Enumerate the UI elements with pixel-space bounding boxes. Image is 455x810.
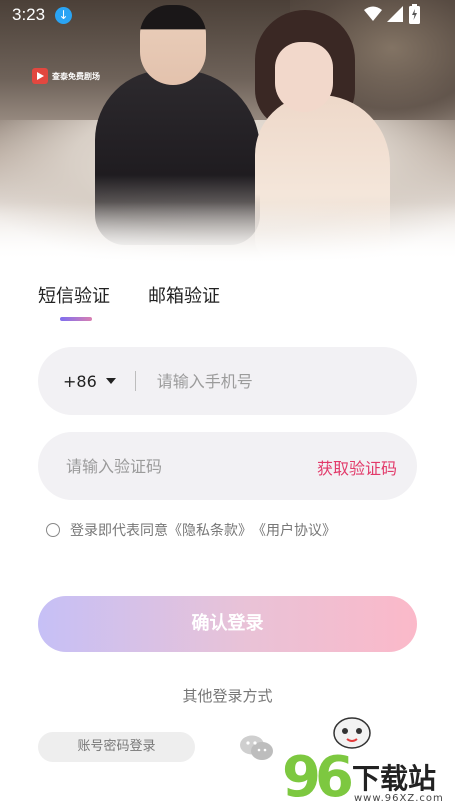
watermark-digits: 96 [282, 745, 354, 810]
password-login-button[interactable]: 账号密码登录 [38, 732, 195, 762]
code-field: 获取验证码 [38, 432, 417, 500]
field-divider [134, 371, 136, 391]
terms-link[interactable]: 《用户协议》 [252, 520, 336, 540]
wifi-icon [364, 6, 382, 21]
battery-icon [409, 4, 420, 24]
wechat-icon[interactable] [240, 735, 274, 761]
caret-down-icon [105, 378, 116, 384]
app-logo: 查泰免费剧场 [32, 66, 100, 86]
get-code-button[interactable]: 获取验证码 [317, 455, 397, 479]
agreement-prefix: 登录即代表同意 [70, 523, 168, 539]
logo-text: 查泰免费剧场 [52, 71, 100, 81]
other-login-methods-label: 其他登录方式 [182, 687, 273, 705]
watermark-text: 下载站 [352, 762, 437, 795]
actress-face [275, 42, 333, 112]
watermark-url: www.96XZ.com [354, 793, 444, 804]
code-input[interactable] [64, 455, 288, 477]
play-icon [32, 68, 48, 84]
tab-sms-verify[interactable]: 短信验证 [38, 283, 110, 321]
country-code-label: +86 [63, 371, 97, 391]
signal-icon [387, 6, 403, 22]
phone-input[interactable] [154, 370, 389, 392]
phone-field: +86 [38, 347, 417, 415]
download-icon: ↓ [55, 7, 72, 24]
hero-fade [0, 202, 455, 262]
status-time: 3:23 [12, 5, 46, 24]
agree-radio-icon[interactable] [46, 523, 60, 537]
watermark-digits-text: 96 [282, 745, 354, 810]
confirm-login-button[interactable]: 确认登录 [38, 596, 417, 652]
watermark: 96 下载站 www.96XZ.com [282, 705, 452, 810]
agreement-row: 登录即代表同意 《隐私条款》 《用户协议》 [46, 520, 336, 540]
country-code-select[interactable]: +86 [63, 372, 116, 391]
status-bar: 3:23 ↓ [0, 0, 455, 30]
login-tabs: 短信验证 邮箱验证 [38, 283, 258, 321]
hero-banner [0, 0, 455, 262]
tab-email-verify[interactable]: 邮箱验证 [148, 283, 220, 313]
privacy-link[interactable]: 《隐私条款》 [168, 520, 252, 540]
